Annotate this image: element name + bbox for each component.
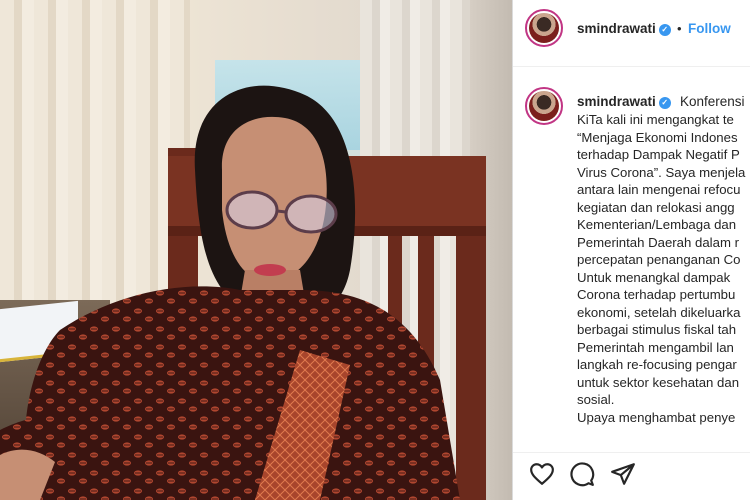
caption-line: sosial. bbox=[577, 392, 615, 407]
caption-line: Pemerintah mengambil lan bbox=[577, 339, 734, 355]
caption-line: Kementerian/Lembaga dan bbox=[577, 217, 737, 232]
caption-line: Corona terhadap pertumbu bbox=[577, 287, 736, 302]
person-figure bbox=[0, 85, 461, 500]
post-actions bbox=[513, 452, 750, 500]
caption-line: percepatan penanganan Co bbox=[577, 252, 741, 267]
caption-username: smindrawati bbox=[577, 94, 656, 109]
caption-line: Pemerintah Daerah dalam r bbox=[577, 234, 739, 250]
caption-avatar[interactable] bbox=[525, 87, 563, 125]
verified-badge-icon: ✓ bbox=[658, 97, 671, 109]
caption-line: “Menjaga Ekonomi Indones bbox=[577, 129, 738, 145]
follow-button[interactable]: Follow bbox=[688, 21, 731, 36]
caption-line: berbagai stimulus fiskal tah bbox=[577, 322, 737, 337]
caption-line: terhadap Dampak Negatif P bbox=[577, 147, 740, 162]
caption-text-start: Konferensi bbox=[680, 94, 745, 109]
caption-line: Upaya menghambat penye bbox=[577, 409, 736, 425]
comment-icon[interactable] bbox=[569, 461, 595, 487]
username-link[interactable]: smindrawati ✓ bbox=[577, 21, 671, 36]
caption-line: langkah re-focusing pengar bbox=[577, 357, 737, 372]
verified-badge-icon: ✓ bbox=[658, 24, 671, 36]
avatar[interactable] bbox=[525, 9, 563, 47]
caption-line: ekonomi, setelah dikeluarka bbox=[577, 304, 741, 320]
caption-line: Virus Corona”. Saya menjela bbox=[577, 164, 746, 180]
caption-line: kegiatan dan relokasi angg bbox=[577, 199, 735, 215]
share-icon[interactable] bbox=[610, 461, 636, 487]
post-media[interactable] bbox=[0, 0, 512, 500]
caption-body: KiTa kali ini mengangkat te “Menjaga Eko… bbox=[577, 111, 750, 426]
caption-line: untuk sektor kesehatan dan bbox=[577, 374, 740, 390]
caption-line: KiTa kali ini mengangkat te bbox=[577, 112, 734, 127]
caption-line: antara lain mengenai refocu bbox=[577, 182, 741, 197]
caption-username-link[interactable]: smindrawati ✓ bbox=[577, 94, 671, 109]
post-header: smindrawati ✓ • Follow bbox=[513, 0, 750, 67]
caption-line: Untuk menangkal dampak bbox=[577, 269, 731, 285]
separator-dot: • bbox=[677, 21, 682, 36]
heart-icon[interactable] bbox=[529, 461, 555, 487]
username-text: smindrawati bbox=[577, 21, 656, 36]
caption-section[interactable]: smindrawati ✓ Konferensi KiTa kali ini me… bbox=[513, 67, 750, 452]
post-side-panel: smindrawati ✓ • Follow smindrawati ✓ Konfe… bbox=[512, 0, 750, 500]
